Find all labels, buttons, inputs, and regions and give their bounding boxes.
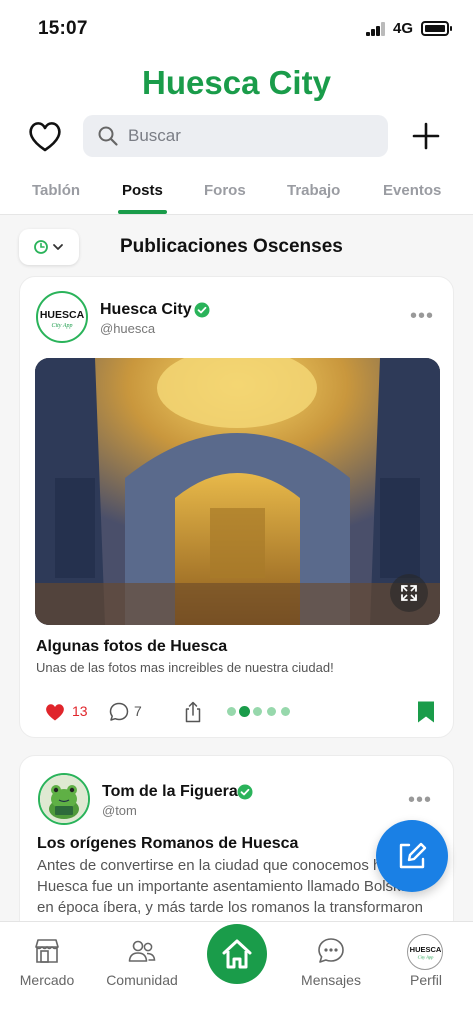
profile-logo-subtext: City App — [417, 955, 434, 960]
nav-home-button[interactable] — [207, 924, 267, 984]
verified-badge-icon — [237, 784, 253, 800]
signal-icon — [366, 22, 388, 36]
post-handle: @huesca — [100, 321, 156, 336]
tab-posts[interactable]: Posts — [122, 182, 163, 199]
chat-icon — [318, 938, 344, 963]
avatar-logo-text: HUESCA — [40, 309, 85, 321]
like-count: 13 — [72, 703, 88, 719]
compose-post-button[interactable] — [376, 820, 448, 892]
more-options-icon[interactable]: ••• — [408, 789, 432, 812]
edit-icon — [399, 842, 427, 869]
network-label: 4G — [393, 20, 414, 37]
nav-mercado[interactable]: Mercado — [0, 922, 94, 1002]
tab-tablon[interactable]: Tablón — [32, 182, 80, 199]
nav-perfil[interactable]: HUESCA City App Perfil — [379, 922, 473, 1002]
avatar[interactable] — [38, 773, 90, 825]
add-post-plus-icon[interactable] — [410, 120, 442, 152]
status-time: 15:07 — [38, 18, 88, 39]
more-options-icon[interactable]: ••• — [410, 305, 434, 328]
people-icon — [128, 940, 156, 962]
post-card[interactable]: HUESCA City App Huesca City @huesca ••• — [19, 276, 454, 738]
tab-eventos[interactable]: Eventos — [383, 182, 441, 199]
search-input[interactable]: Buscar — [83, 115, 388, 157]
post-author[interactable]: Tom de la Figuera — [102, 783, 238, 801]
time-filter-button[interactable] — [19, 229, 79, 265]
nav-label: Mensajes — [301, 972, 361, 988]
active-tab-indicator — [118, 210, 167, 214]
comment-icon[interactable] — [108, 701, 130, 723]
post-subtitle: Unas de las fotos mas increibles de nues… — [36, 660, 334, 675]
tab-trabajo[interactable]: Trabajo — [287, 182, 340, 199]
post-image-cathedral[interactable] — [35, 358, 440, 625]
home-icon — [222, 939, 252, 969]
share-icon[interactable] — [182, 700, 204, 724]
comment-count: 7 — [134, 703, 142, 719]
avatar[interactable]: HUESCA City App — [36, 291, 88, 343]
nav-label: Mercado — [19, 972, 75, 988]
bookmark-icon[interactable] — [416, 700, 436, 724]
battery-icon — [421, 21, 452, 36]
feed-title: Publicaciones Oscenses — [120, 236, 343, 257]
nav-label: Perfil — [410, 972, 442, 988]
search-icon — [98, 126, 118, 146]
top-header: 15:07 4G Huesca City Buscar Tablón Posts… — [0, 0, 473, 215]
frog-avatar-icon — [40, 775, 88, 823]
chevron-down-icon — [53, 244, 63, 250]
app-title: Huesca City — [142, 64, 331, 101]
tab-foros[interactable]: Foros — [204, 182, 246, 199]
nav-comunidad[interactable]: Comunidad — [95, 922, 189, 1002]
profile-avatar: HUESCA City App — [407, 934, 443, 970]
post-author[interactable]: Huesca City — [100, 301, 192, 319]
expand-icon[interactable] — [390, 574, 428, 612]
search-placeholder: Buscar — [128, 126, 181, 145]
profile-logo-text: HUESCA — [409, 945, 441, 954]
nav-label: Comunidad — [106, 972, 178, 988]
post-title[interactable]: Los orígenes Romanos de Huesca — [37, 835, 298, 853]
verified-badge-icon — [194, 302, 210, 318]
avatar-logo-subtext: City App — [51, 323, 72, 329]
tab-bar: Tablón Posts Foros Trabajo Eventos — [0, 182, 473, 202]
post-title[interactable]: Algunas fotos de Huesca — [36, 638, 227, 656]
post-actions: 13 7 — [44, 700, 444, 726]
clock-icon — [34, 240, 48, 254]
favorites-heart-icon[interactable] — [26, 118, 64, 154]
post-handle: @tom — [102, 803, 137, 818]
store-icon — [35, 939, 59, 963]
bottom-navigation: Mercado Comunidad Mensajes HUESCA City A — [0, 921, 473, 1024]
status-bar: 15:07 4G — [0, 18, 473, 42]
like-heart-icon[interactable] — [44, 701, 66, 723]
nav-mensajes[interactable]: Mensajes — [284, 922, 378, 1002]
